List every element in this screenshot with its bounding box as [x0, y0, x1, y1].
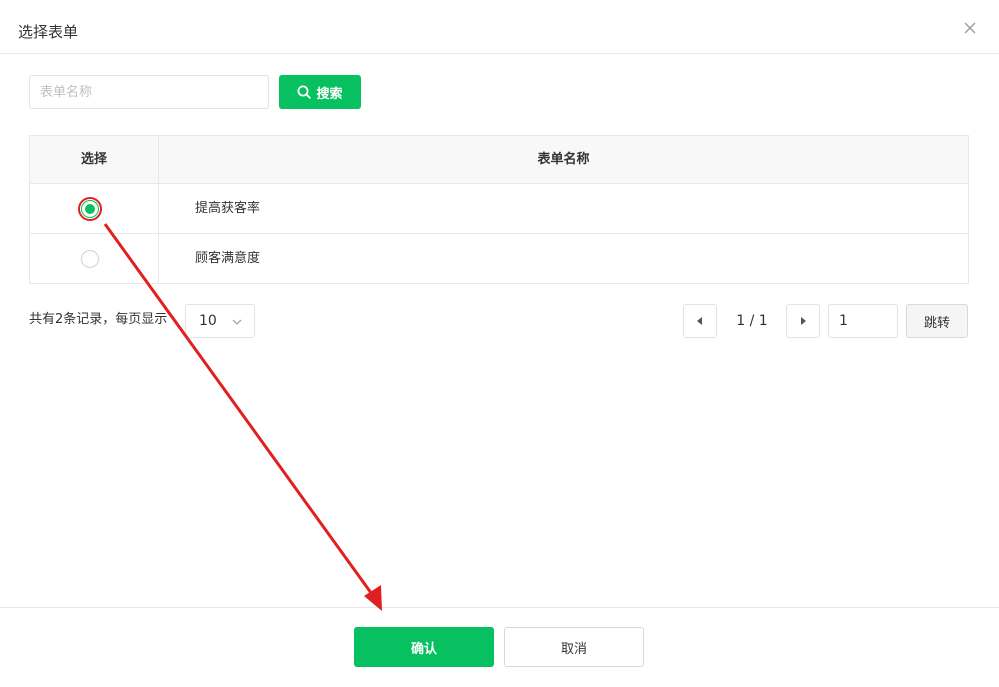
table-row[interactable]: 提高获客率 [30, 184, 968, 234]
select-cell [30, 234, 159, 284]
page-size-value: 10 [199, 313, 217, 329]
search-icon [297, 85, 312, 99]
table-header: 选择 表单名称 [30, 136, 968, 184]
search-input[interactable] [29, 75, 269, 109]
form-name-cell: 顾客满意度 [195, 251, 261, 266]
record-count-text: 共有2条记录，每页显示 [29, 312, 168, 327]
page-info: 1 / 1 [736, 313, 768, 329]
confirm-button[interactable]: 确认 [354, 627, 494, 667]
dialog-footer [0, 607, 999, 687]
column-header-name: 表单名称 [537, 152, 590, 167]
dialog-title: 选择表单 [18, 23, 79, 41]
search-button-label: 搜索 [316, 86, 343, 102]
dialog-header: 选择表单 [0, 0, 999, 54]
jump-page-input[interactable] [828, 304, 898, 338]
previous-page-button[interactable] [683, 304, 717, 338]
cancel-button[interactable]: 取消 [504, 627, 644, 667]
close-icon[interactable] [962, 20, 978, 36]
jump-button[interactable]: 跳转 [906, 304, 968, 338]
table-row[interactable]: 顾客满意度 [30, 234, 968, 284]
next-page-button[interactable] [786, 304, 820, 338]
radio-button[interactable] [81, 250, 99, 268]
form-table: 选择 表单名称 提高获客率 顾客满意度 [29, 135, 969, 284]
page-size-select[interactable]: 10 [185, 304, 255, 338]
caret-left-icon [695, 316, 705, 326]
column-header-select: 选择 [30, 136, 159, 183]
search-button[interactable]: 搜索 [279, 75, 361, 109]
form-name-cell: 提高获客率 [195, 201, 261, 216]
caret-right-icon [798, 316, 808, 326]
select-cell [30, 184, 159, 233]
radio-button-selected[interactable] [81, 200, 99, 218]
chevron-down-icon [231, 316, 243, 332]
